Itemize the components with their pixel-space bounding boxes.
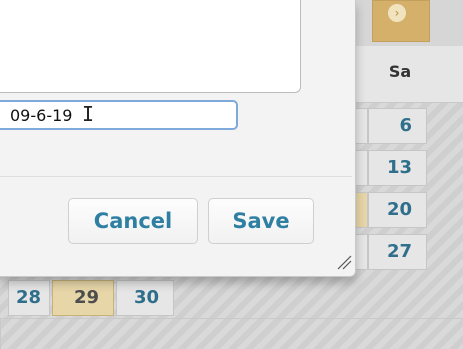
calendar-day[interactable]: 13 [368,150,427,186]
weekday-saturday: Sa [388,62,412,81]
calendar-day[interactable]: 20 [368,192,427,228]
calendar-day[interactable]: 28 [8,280,50,316]
event-dialog: 09-6-19 I Cancel Save [0,0,356,277]
calendar-day[interactable]: 30 [116,280,174,316]
right-arrow-icon: › [388,4,406,22]
description-textarea[interactable] [0,0,301,93]
calendar-day-today[interactable]: 29 [52,280,114,316]
calendar-day[interactable]: 27 [368,234,427,270]
cancel-button[interactable]: Cancel [68,198,198,244]
text-cursor-icon: I [82,102,95,126]
resize-grip-icon[interactable] [334,252,352,270]
save-button[interactable]: Save [208,198,314,244]
calendar-grid-line [0,318,463,319]
dialog-divider [0,176,352,177]
calendar-grid-line [0,318,1,349]
calendar-day[interactable]: 6 [368,108,427,144]
date-input[interactable]: 09-6-19 [0,100,238,130]
